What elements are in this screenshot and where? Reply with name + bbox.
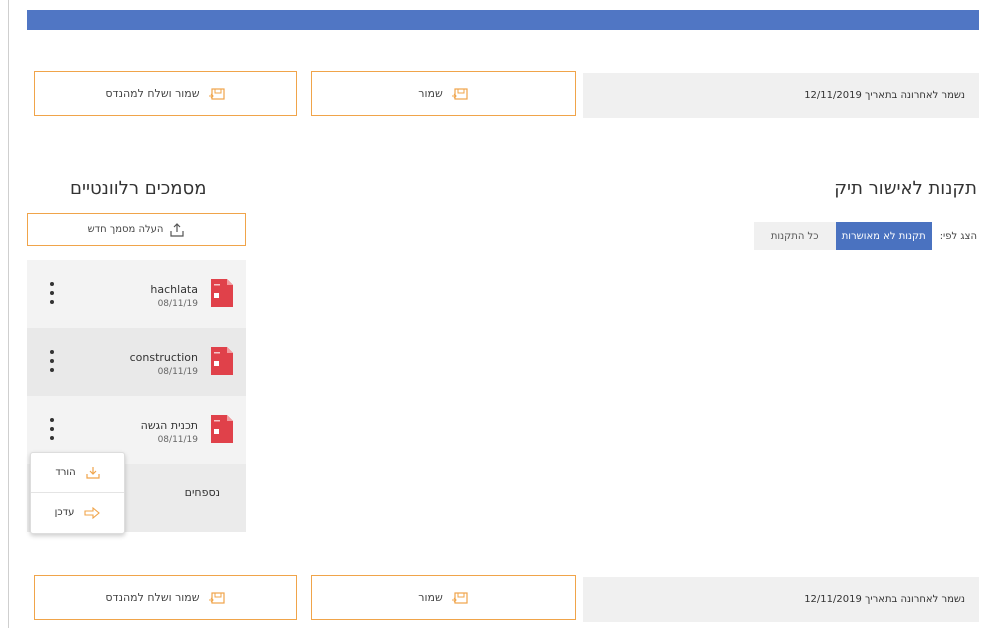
document-context-menu: הורד עדכן [30,452,125,534]
save-and-send-button[interactable]: שמור ושלח למהנדס [34,71,297,116]
filter-all-button[interactable]: כל התקנות [753,222,836,250]
header-bar [27,10,979,30]
last-saved-status: נשמר לאחרונה בתאריך 12/11/2019 [583,577,979,622]
document-date: 08/11/19 [157,435,198,445]
save-label: שמור [418,591,443,604]
update-label: עדכן [54,507,75,518]
pdf-file-icon [211,415,233,443]
document-item[interactable]: construction 08/11/19 [27,328,246,396]
document-name: hachlata [150,283,198,296]
kebab-icon[interactable] [48,282,56,304]
action-bar-top: שמור ושלח למהנדס שמור נשמר לאחרונה בתארי… [34,71,979,118]
menu-item-update[interactable]: עדכן [31,492,124,532]
filter-unapproved-button[interactable]: תקנות לא מאושרות [835,222,932,250]
document-name: construction [129,351,198,364]
save-and-send-label: שמור ושלח למהנדס [105,87,200,100]
save-and-send-button[interactable]: שמור ושלח למהנדס [34,575,297,620]
save-button[interactable]: שמור [311,575,576,620]
save-send-icon [208,87,226,101]
last-saved-status: נשמר לאחרונה בתאריך 12/11/2019 [583,73,979,118]
save-and-send-label: שמור ושלח למהנדס [105,591,200,604]
approval-filter: הצג לפי: תקנות לא מאושרות כל התקנות [753,222,977,250]
document-date: 08/11/19 [157,367,198,377]
save-send-icon [208,591,226,605]
upload-document-button[interactable]: העלה מסמך חדש [27,213,246,246]
pdf-file-icon [211,347,233,375]
menu-item-download[interactable]: הורד [31,453,124,492]
save-button[interactable]: שמור [311,71,576,116]
save-label: שמור [418,87,443,100]
attachments-label: נספחים [184,486,220,499]
save-icon [451,591,469,605]
documents-title: מסמכים רלוונטיים [70,178,207,199]
approval-title: תקנות לאישור תיק [834,178,977,199]
kebab-icon[interactable] [48,350,56,372]
frame-border [8,0,9,628]
pdf-file-icon [211,279,233,307]
document-name: תכנית הגשה [140,419,198,432]
download-icon [86,466,100,479]
action-bar-bottom: שמור ושלח למהנדס שמור נשמר לאחרונה בתארי… [34,575,979,622]
document-date: 08/11/19 [157,299,198,309]
filter-label: הצג לפי: [939,230,977,242]
upload-icon [169,222,185,237]
upload-label: העלה מסמך חדש [87,224,164,235]
download-label: הורד [55,467,76,478]
document-item[interactable]: hachlata 08/11/19 [27,260,246,328]
update-arrow-icon [84,506,101,519]
save-icon [451,87,469,101]
kebab-icon[interactable] [48,418,56,440]
